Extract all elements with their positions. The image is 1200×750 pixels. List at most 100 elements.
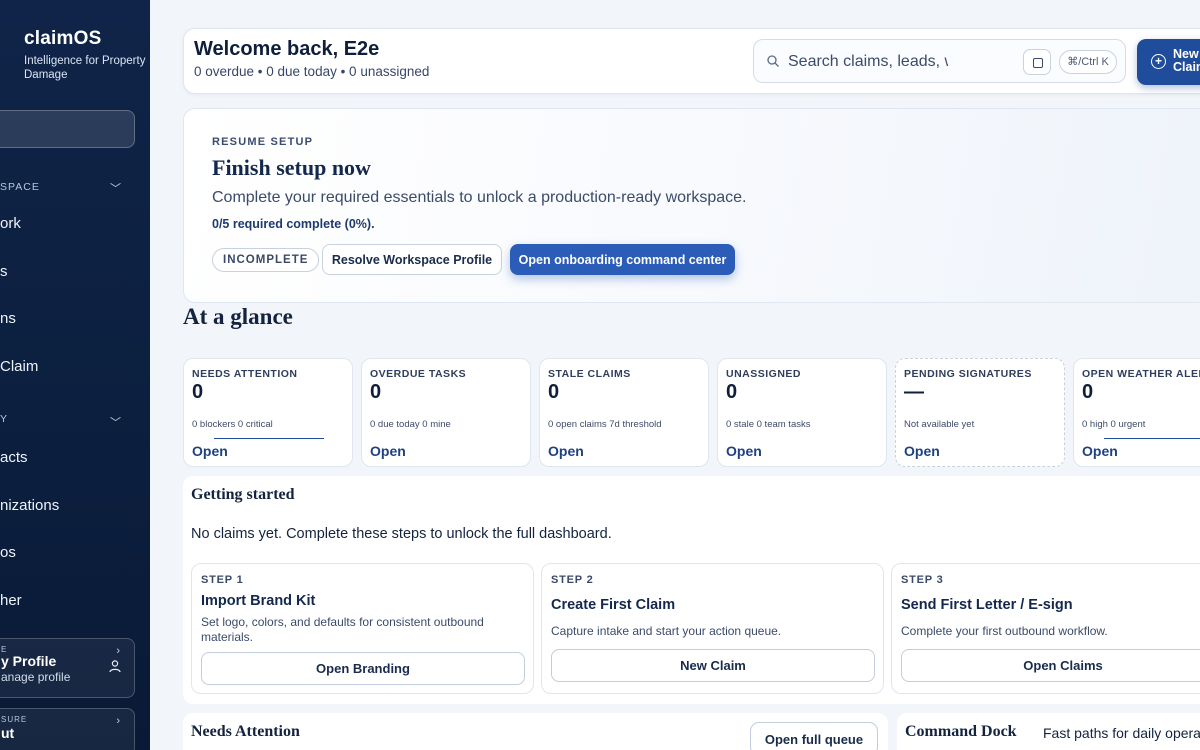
step-number: STEP 3 — [901, 574, 944, 586]
stat-value: 0 — [548, 381, 560, 403]
stat-open-link[interactable]: Open — [370, 443, 406, 459]
brand-name: claimOS — [24, 28, 102, 49]
setup-progress: 0/5 required complete (0%). — [212, 217, 375, 231]
step-description: Complete your first outbound workflow. — [901, 624, 1108, 638]
brand-tagline: Intelligence for Property Damage — [24, 55, 146, 81]
stat-value: 0 — [192, 381, 204, 403]
stat-open-link[interactable]: Open — [548, 443, 584, 459]
stat-divider — [214, 438, 324, 439]
step-number: STEP 2 — [551, 574, 594, 586]
stat-value: 0 — [1082, 381, 1094, 403]
stat-card-stale-claims: STALE CLAIMS 0 0 open claims 7d threshol… — [539, 358, 709, 467]
sidebar-item-claims[interactable]: ns — [0, 310, 16, 327]
step-description: Capture intake and start your action que… — [551, 624, 782, 638]
sidebar-item-contacts[interactable]: acts — [0, 449, 28, 466]
chevron-right-icon: › — [116, 715, 120, 727]
chevron-right-icon: › — [116, 645, 120, 657]
stat-open-link[interactable]: Open — [726, 443, 762, 459]
setup-eyebrow: RESUME SETUP — [212, 136, 314, 148]
command-dock-panel: Command Dock Fast paths for daily operat… — [897, 713, 1200, 750]
step-card-3: STEP 3 Send First Letter / E-sign Comple… — [891, 563, 1200, 694]
top-header: Welcome back, E2e 0 overdue • 0 due toda… — [183, 28, 1200, 94]
stat-open-link[interactable]: Open — [904, 443, 940, 459]
welcome-title: Welcome back, E2e — [194, 38, 380, 60]
stat-label: STALE CLAIMS — [548, 368, 631, 380]
stat-card-overdue-tasks: OVERDUE TASKS 0 0 due today 0 mine Open — [361, 358, 531, 467]
sidebar-item-organizations[interactable]: nizations — [0, 497, 59, 514]
stat-value: 0 — [726, 381, 738, 403]
secure-card-eyebrow: SURE — [1, 715, 28, 724]
stat-card-unassigned: UNASSIGNED 0 0 stale 0 team tasks Open — [717, 358, 887, 467]
needs-attention-panel: Needs Attention Open full queue — [183, 713, 888, 750]
at-a-glance-title: At a glance — [183, 304, 293, 329]
stat-subtext: Not available yet — [904, 419, 975, 430]
sidebar-item-new-claim[interactable]: Claim — [0, 358, 38, 375]
stat-subtext: 0 open claims 7d threshold — [548, 419, 662, 430]
search-input[interactable] — [788, 50, 948, 74]
search-icon — [767, 55, 779, 67]
stat-subtext: 0 due today 0 mine — [370, 419, 451, 430]
step-card-2: STEP 2 Create First Claim Capture intake… — [541, 563, 884, 694]
stat-card-open-weather-alerts: OPEN WEATHER ALERTS 0 0 high 0 urgent Op… — [1073, 358, 1200, 467]
step-card-1: STEP 1 Import Brand Kit Set logo, colors… — [191, 563, 534, 694]
profile-card-subtitle: anage profile — [1, 670, 71, 684]
step-title: Create First Claim — [551, 597, 676, 613]
sign-out-label: ut — [1, 725, 15, 741]
getting-started-description: No claims yet. Complete these steps to u… — [191, 526, 612, 542]
sidebar-item-maps[interactable]: os — [0, 544, 16, 561]
new-claim-step-button[interactable]: New Claim — [551, 649, 875, 682]
command-dock-title: Command Dock — [905, 723, 1017, 740]
secure-card[interactable]: SURE › ut — [0, 708, 135, 750]
user-icon — [109, 660, 121, 673]
step-description: Set logo, colors, and defaults for consi… — [201, 615, 484, 644]
stat-value: 0 — [370, 381, 382, 403]
welcome-summary: 0 overdue • 0 due today • 0 unassigned — [194, 64, 430, 79]
chevron-down-icon[interactable]: ﹀ — [110, 180, 121, 196]
plus-circle-icon: + — [1151, 54, 1166, 69]
setup-title: Finish setup now — [212, 155, 371, 180]
getting-started-title: Getting started — [191, 486, 295, 503]
open-onboarding-button[interactable]: Open onboarding command center — [510, 244, 735, 275]
needs-attention-title: Needs Attention — [191, 723, 300, 740]
global-search[interactable]: ⌘/Ctrl K — [753, 39, 1126, 83]
setup-description: Complete your required essentials to unl… — [212, 189, 747, 206]
sidebar-item-weather[interactable]: her — [0, 592, 22, 609]
square-icon — [1033, 58, 1043, 68]
open-claims-button[interactable]: Open Claims — [901, 649, 1200, 682]
stat-open-link[interactable]: Open — [1082, 443, 1118, 459]
command-dock-subtitle: Fast paths for daily operations — [1043, 725, 1200, 741]
profile-card[interactable]: E › y Profile anage profile — [0, 638, 135, 698]
stat-label: OVERDUE TASKS — [370, 368, 467, 380]
step-title: Import Brand Kit — [201, 593, 316, 609]
step-number: STEP 1 — [201, 574, 244, 586]
stat-subtext: 0 high 0 urgent — [1082, 419, 1146, 430]
getting-started-panel: Getting started No claims yet. Complete … — [183, 476, 1200, 704]
new-claim-label: New Claim — [1173, 47, 1200, 74]
stat-subtext: 0 blockers 0 critical — [192, 419, 273, 430]
sidebar-item-tasks[interactable]: s — [0, 263, 8, 280]
profile-card-title: y Profile — [1, 653, 57, 669]
step-title: Send First Letter / E-sign — [901, 597, 1073, 613]
sidebar-search-input[interactable] — [0, 110, 135, 148]
stat-open-link[interactable]: Open — [192, 443, 228, 459]
stat-divider — [1104, 438, 1200, 439]
stat-value: — — [904, 381, 924, 403]
new-claim-button[interactable]: + New Claim — [1137, 39, 1200, 85]
shortcut-badge: ⌘/Ctrl K — [1059, 50, 1117, 74]
stat-card-pending-signatures: PENDING SIGNATURES — Not available yet O… — [895, 358, 1065, 467]
sidebar-section-directory[interactable]: Y — [0, 413, 8, 425]
open-full-queue-button[interactable]: Open full queue — [750, 722, 878, 750]
sidebar-item-work[interactable]: ork — [0, 215, 21, 232]
sidebar-section-workspace[interactable]: SPACE — [0, 181, 40, 193]
stat-label: UNASSIGNED — [726, 368, 802, 380]
search-scope-button[interactable] — [1023, 49, 1051, 75]
resolve-workspace-profile-button[interactable]: Resolve Workspace Profile — [322, 244, 502, 275]
stat-card-needs-attention: NEEDS ATTENTION 0 0 blockers 0 critical … — [183, 358, 353, 467]
stat-label: OPEN WEATHER ALERTS — [1082, 368, 1200, 380]
brand[interactable]: claimOS Intelligence for Property Damage — [24, 28, 150, 82]
open-branding-button[interactable]: Open Branding — [201, 652, 525, 685]
status-badge: INCOMPLETE — [212, 248, 320, 272]
chevron-down-icon[interactable]: ﹀ — [110, 414, 121, 430]
stat-subtext: 0 stale 0 team tasks — [726, 419, 811, 430]
stat-label: PENDING SIGNATURES — [904, 368, 1032, 380]
